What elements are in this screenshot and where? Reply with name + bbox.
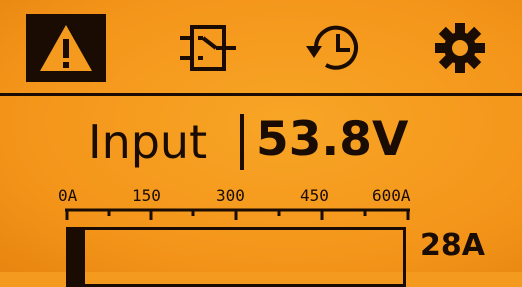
scale-label: 300: [216, 186, 245, 205]
gear-icon: [435, 23, 485, 73]
scale-labels: 0A 150 300 450 600A: [0, 186, 522, 206]
scale-axis: [65, 208, 410, 220]
history-clock-icon: [306, 25, 358, 70]
readout-separator: [240, 114, 244, 170]
current-bar: [66, 227, 406, 287]
toolbar-divider: [0, 93, 522, 96]
alarms-tab[interactable]: [26, 14, 106, 82]
scale-label: 150: [132, 186, 161, 205]
voltage-readout: Input 53.8V: [0, 108, 522, 180]
current-value: 28A: [420, 228, 485, 263]
current-bar-fill: [69, 230, 85, 284]
transfer-switch-tab[interactable]: [168, 14, 248, 82]
scale-label: 450: [300, 186, 329, 205]
history-tab[interactable]: [294, 14, 374, 82]
readout-label: Input: [88, 115, 208, 169]
settings-tab[interactable]: [420, 14, 500, 82]
toolbar: [0, 0, 522, 93]
scale-label: 600A: [372, 186, 411, 205]
transfer-switch-icon: [180, 25, 236, 71]
readout-value: 53.8V: [256, 112, 409, 167]
scale-label: 0A: [58, 186, 78, 205]
lcd-screen: Input 53.8V 0A 150 300 450 600A 28A: [0, 0, 522, 287]
warning-icon: [40, 25, 92, 71]
